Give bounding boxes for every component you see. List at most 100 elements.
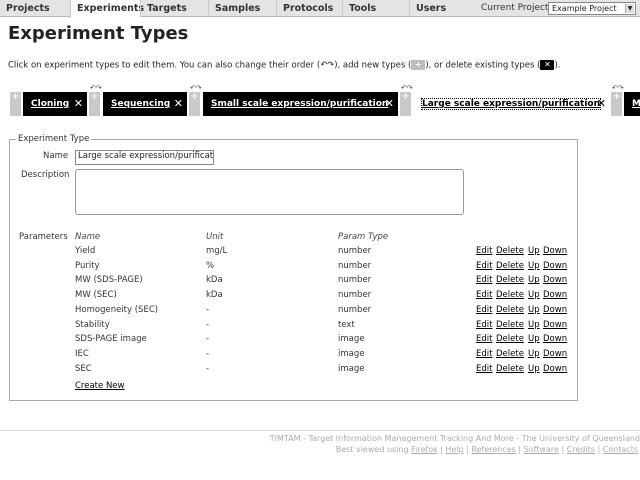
up-link[interactable]: Up — [528, 305, 540, 315]
edit-link[interactable]: Edit — [476, 290, 492, 300]
name-label: Name — [43, 151, 69, 161]
down-link[interactable]: Down — [543, 364, 567, 374]
down-link[interactable]: Down — [543, 320, 567, 330]
add-type-handle[interactable]: + — [10, 92, 21, 116]
down-link[interactable]: Down — [543, 246, 567, 256]
param-name: Yield — [75, 246, 96, 256]
type-tab-label: M — [632, 99, 640, 109]
add-type-handle[interactable]: + — [89, 92, 100, 116]
add-type-handle[interactable]: + — [611, 92, 622, 116]
edit-link[interactable]: Edit — [476, 334, 492, 344]
down-link[interactable]: Down — [543, 275, 567, 285]
current-project-label: Current Project — [481, 3, 549, 13]
move-arrows-icon[interactable]: ↶↷ — [612, 84, 624, 92]
nav-tab-projects[interactable]: Projects — [0, 0, 70, 17]
up-link[interactable]: Up — [528, 320, 540, 330]
type-tab-more[interactable]: M — [624, 92, 640, 116]
up-link[interactable]: Up — [528, 364, 540, 374]
add-icon: + — [11, 92, 20, 102]
param-type: number — [338, 290, 372, 301]
edit-link[interactable]: Edit — [476, 305, 492, 315]
down-link[interactable]: Down — [543, 290, 567, 300]
type-tab-cloning[interactable]: Cloning ✕ — [23, 92, 87, 116]
param-name: MW (SEC) — [75, 290, 117, 301]
table-row: MW (SEC) kDa number Edit Delete Up Down — [0, 290, 640, 304]
name-field[interactable]: Large scale expression/purification — [75, 150, 214, 165]
edit-link[interactable]: Edit — [476, 261, 492, 271]
down-link[interactable]: Down — [543, 261, 567, 271]
delete-link[interactable]: Delete — [496, 364, 524, 374]
close-icon[interactable]: ✕ — [74, 92, 83, 116]
delete-link[interactable]: Delete — [496, 290, 524, 300]
delete-link[interactable]: Delete — [496, 334, 524, 344]
footer-link-software[interactable]: Software — [524, 445, 559, 454]
type-tab-label: Small scale expression/purification — [211, 99, 389, 109]
edit-link[interactable]: Edit — [476, 246, 492, 256]
param-type: number — [338, 260, 372, 271]
edit-link[interactable]: Edit — [476, 320, 492, 330]
nav-tab-experiments[interactable]: Experiments — [70, 0, 144, 18]
move-arrows-icon[interactable]: ↶↷ — [401, 84, 413, 92]
edit-link[interactable]: Edit — [476, 349, 492, 359]
intro-part2: ), add new types ( — [334, 60, 412, 71]
param-unit: mg/L — [206, 246, 228, 256]
experiment-type-tabs: + Cloning ✕ + ↶↷ Sequencing ✕ + ↶↷ Small s… — [0, 84, 640, 116]
close-icon[interactable]: ✕ — [174, 92, 183, 116]
footer-link-references[interactable]: References — [471, 445, 515, 454]
col-header-name: Name — [75, 232, 101, 242]
table-row: Purity% number Edit Delete Up Down — [0, 261, 640, 275]
close-icon[interactable]: ✕ — [385, 92, 394, 116]
param-unit: - — [206, 319, 210, 330]
add-type-handle[interactable]: + — [189, 92, 200, 116]
edit-link[interactable]: Edit — [476, 364, 492, 374]
down-link[interactable]: Down — [543, 305, 567, 315]
footer-link-contacts[interactable]: Contacts — [603, 445, 638, 454]
footer: TIMTAM - Target Information Management T… — [0, 430, 640, 480]
up-link[interactable]: Up — [528, 334, 540, 344]
down-link[interactable]: Down — [543, 349, 567, 359]
add-type-handle[interactable]: + — [400, 92, 411, 116]
table-row: SDS-PAGE image - image Edit Delete Up Down — [0, 334, 640, 348]
edit-link[interactable]: Edit — [476, 275, 492, 285]
footer-link-help[interactable]: Help — [445, 445, 463, 454]
description-label: Description — [21, 170, 70, 180]
close-icon[interactable]: ✕ — [597, 92, 606, 116]
up-link[interactable]: Up — [528, 349, 540, 359]
param-type: image — [338, 334, 365, 345]
param-unit: - — [206, 334, 210, 345]
type-tab-label: Sequencing — [111, 99, 171, 109]
param-type: number — [338, 246, 372, 256]
footer-link-firefox[interactable]: Firefox — [411, 445, 437, 454]
current-project-select[interactable]: Example Project ▼ — [548, 2, 636, 15]
nav-tab-protocols[interactable]: Protocols — [276, 0, 342, 17]
up-link[interactable]: Up — [528, 261, 540, 271]
down-link[interactable]: Down — [543, 334, 567, 344]
footer-link-credits[interactable]: Credits — [567, 445, 595, 454]
move-arrows-icon[interactable]: ↶↷ — [190, 84, 202, 92]
delete-link[interactable]: Delete — [496, 305, 524, 315]
nav-tab-samples[interactable]: Samples — [208, 0, 276, 17]
delete-link[interactable]: Delete — [496, 320, 524, 330]
nav-tab-targets[interactable]: Targets — [140, 0, 208, 17]
delete-link[interactable]: Delete — [496, 275, 524, 285]
move-arrows-icon[interactable]: ↶↷ — [90, 84, 102, 92]
table-row: SEC - image Edit Delete Up Down — [0, 364, 640, 378]
type-tab-small-scale[interactable]: Small scale expression/purification ✕ — [203, 92, 398, 116]
type-tab-label: Large scale expression/purification — [420, 98, 602, 110]
up-link[interactable]: Up — [528, 275, 540, 285]
intro-part4: ). — [554, 60, 561, 71]
add-icon: + — [612, 92, 621, 102]
create-new-link[interactable]: Create New — [75, 381, 125, 391]
param-type: text — [338, 319, 355, 330]
type-tab-large-scale[interactable]: Large scale expression/purification ✕ — [414, 92, 610, 116]
nav-tab-tools[interactable]: Tools — [342, 0, 409, 17]
type-tab-sequencing[interactable]: Sequencing ✕ — [103, 92, 187, 116]
up-link[interactable]: Up — [528, 290, 540, 300]
delete-link[interactable]: Delete — [496, 246, 524, 256]
description-field[interactable] — [75, 169, 464, 215]
table-row: MW (SDS-PAGE) kDa number Edit Delete Up Down — [0, 275, 640, 289]
delete-link[interactable]: Delete — [496, 261, 524, 271]
nav-tab-users[interactable]: Users — [409, 0, 477, 17]
up-link[interactable]: Up — [528, 246, 540, 256]
delete-link[interactable]: Delete — [496, 349, 524, 359]
